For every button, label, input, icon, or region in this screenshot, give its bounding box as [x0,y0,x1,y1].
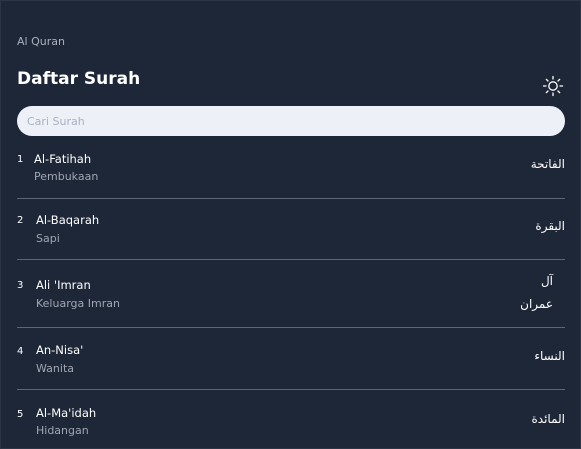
surah-number: 1 [17,154,24,165]
surah-number: 5 [17,409,24,420]
surah-arabic-name: النساء [534,349,565,363]
search-input[interactable] [17,106,565,136]
theme-toggle-button[interactable] [542,75,564,97]
surah-name: Al-Baqarah [36,213,100,227]
surah-row-1[interactable]: 1 Al-Fatihah Pembukaan الفاتحة [17,141,565,199]
surah-arabic-name: الفاتحة [530,157,565,171]
surah-number: 2 [17,215,24,226]
app-window: Al Quran Daftar Surah 1 Al-Fatihah Pembu… [0,0,581,449]
surah-arabic-name: البقرة [535,219,565,233]
surah-row-2[interactable]: 2 Al-Baqarah Sapi البقرة [17,199,565,260]
surah-name: Ali 'Imran [36,278,91,292]
surah-number: 3 [17,280,24,291]
surah-meaning: Pembukaan [34,170,99,183]
surah-arabic-name: المائدة [531,412,565,426]
surah-name: An-Nisa' [36,343,84,357]
surah-meaning: Keluarga Imran [36,297,120,310]
page-title: Daftar Surah [17,69,141,89]
app-title: Al Quran [17,35,65,48]
surah-row-5[interactable]: 5 Al-Ma'idah Hidangan المائدة [17,390,565,448]
surah-row-3[interactable]: 3 Ali 'Imran Keluarga Imran آل عمران [17,260,565,328]
surah-arabic-name: آل عمران [520,274,553,311]
surah-number: 4 [17,346,24,357]
surah-name: Al-Ma'idah [36,406,97,420]
sun-icon [542,75,564,97]
surah-meaning: Hidangan [36,424,89,437]
surah-meaning: Sapi [36,232,60,245]
surah-name: Al-Fatihah [34,152,92,166]
surah-meaning: Wanita [36,362,74,375]
surah-row-4[interactable]: 4 An-Nisa' Wanita النساء [17,328,565,390]
surah-list: 1 Al-Fatihah Pembukaan الفاتحة 2 Al-Baqa… [17,141,565,448]
